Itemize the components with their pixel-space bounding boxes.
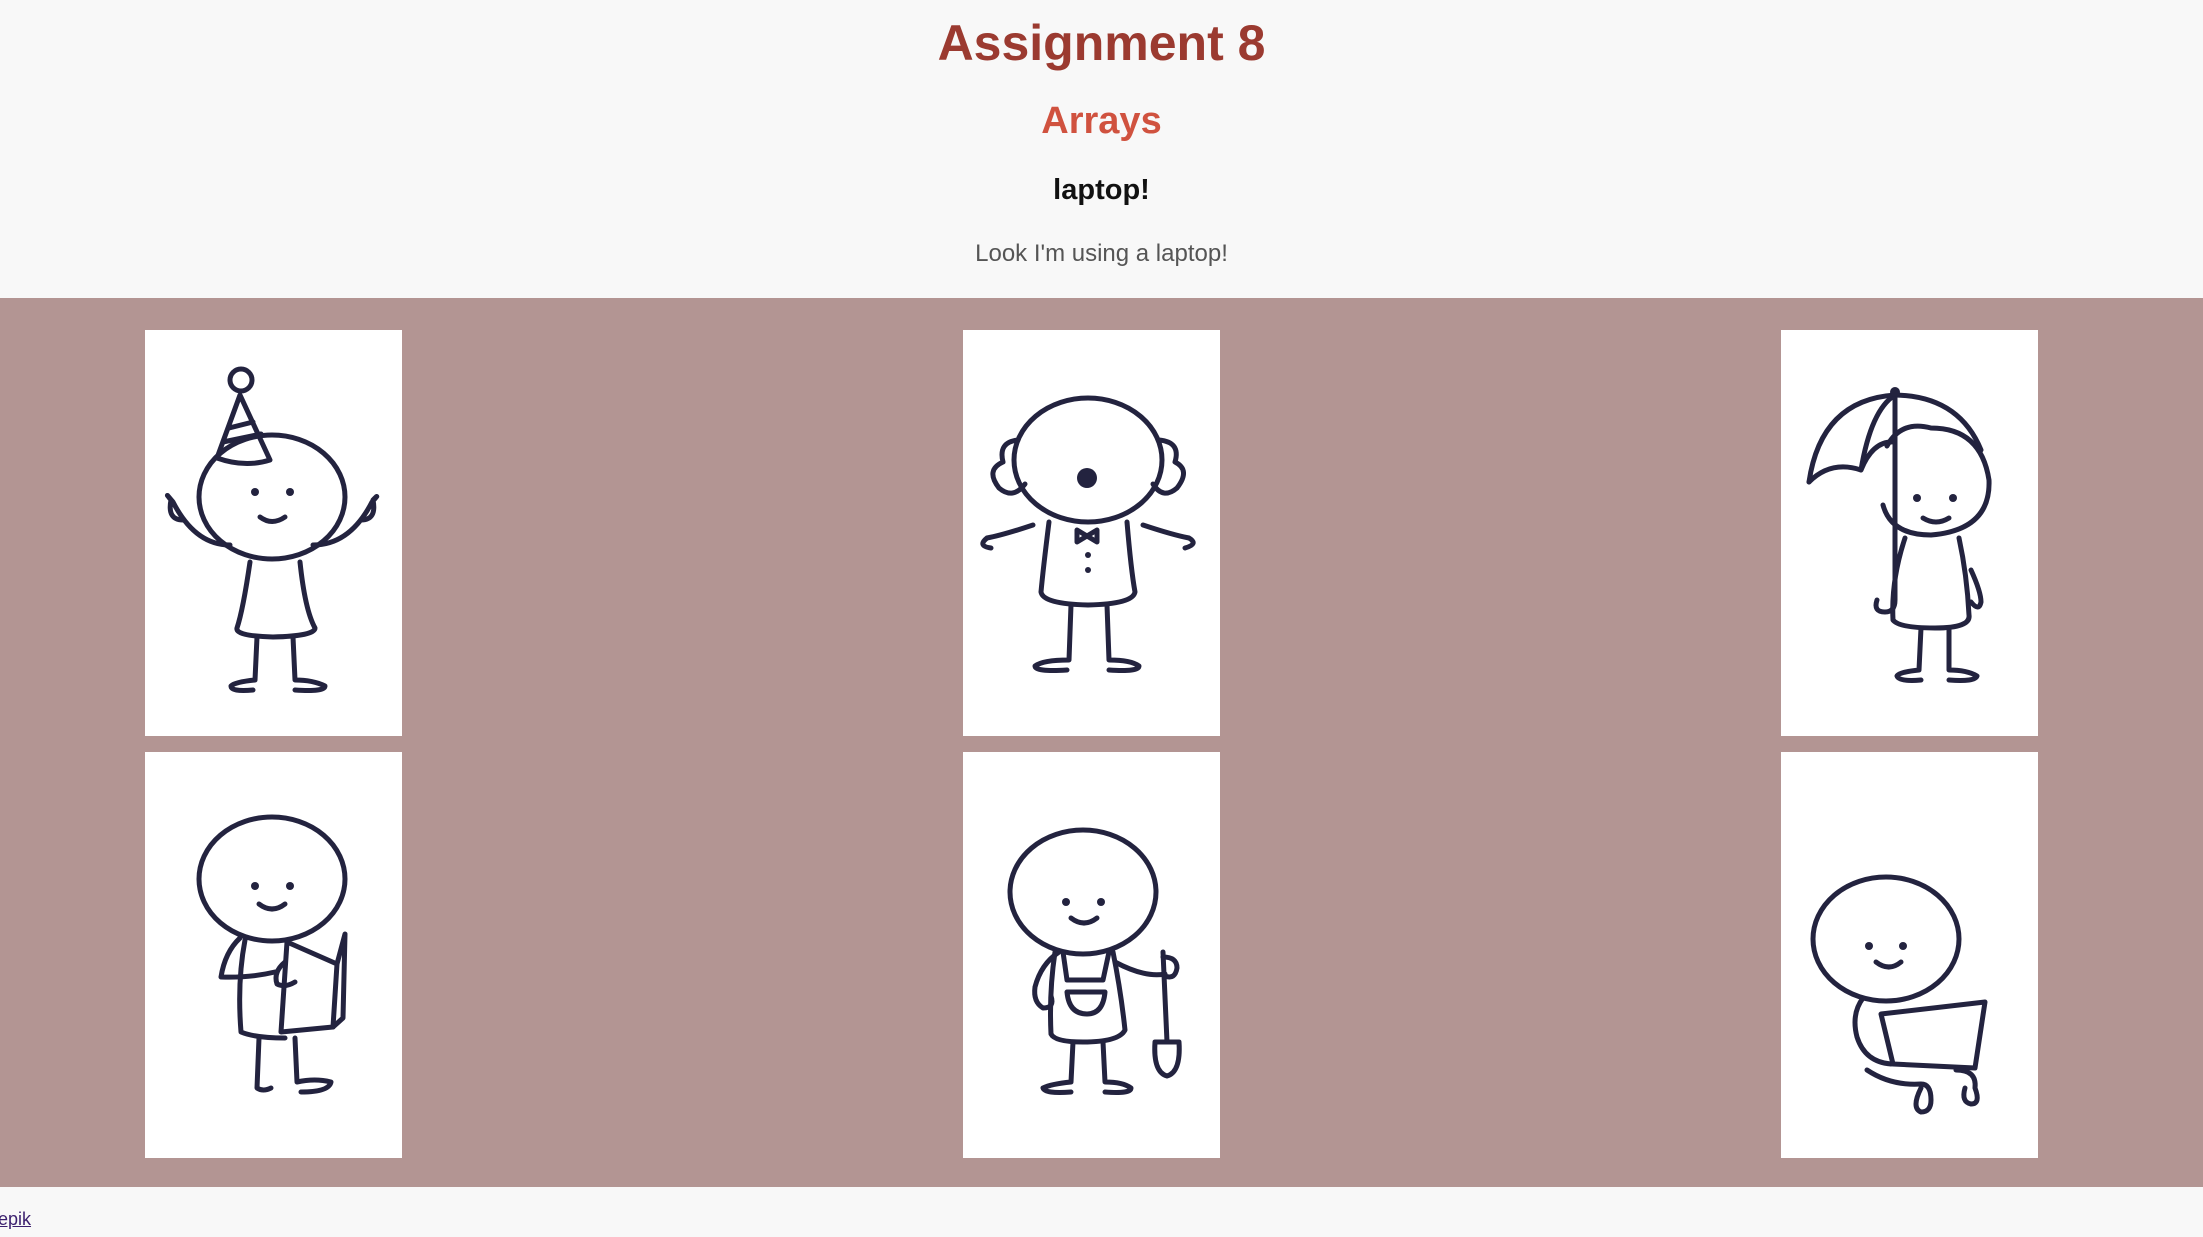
gallery-card-party[interactable] (145, 330, 402, 736)
laptop-figure-icon (1810, 874, 1988, 1115)
gardener-shovel-figure-icon (1007, 827, 1182, 1095)
page-subtitle: Arrays (1041, 100, 1162, 142)
party-hat-figure-icon (165, 366, 380, 693)
page-header: Assignment 8 Arrays laptop! Look I'm usi… (0, 0, 2203, 298)
clown-figure-icon (980, 395, 1196, 673)
gallery-card-laptop[interactable] (1781, 752, 2038, 1158)
page-footer: eepik (0, 1187, 2203, 1237)
selected-caption-title: laptop! (1053, 174, 1150, 206)
gallery-card-gardener[interactable] (963, 752, 1220, 1158)
book-reading-figure-icon (196, 814, 348, 1095)
gallery-card-clown[interactable] (963, 330, 1220, 736)
selected-caption-text: Look I'm using a laptop! (975, 240, 1228, 267)
page-title: Assignment 8 (937, 15, 1266, 71)
credit-link[interactable]: eepik (0, 1209, 31, 1230)
umbrella-figure-icon (1806, 387, 1992, 683)
image-gallery (0, 298, 2203, 1187)
gallery-card-book[interactable] (145, 752, 402, 1158)
gallery-card-umbrella[interactable] (1781, 330, 2038, 736)
